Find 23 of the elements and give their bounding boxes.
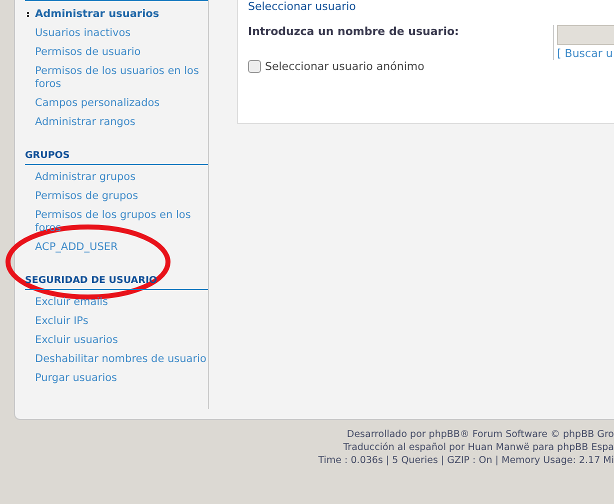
- menu-item[interactable]: Excluir emails: [15, 293, 208, 312]
- footer-text: Desarrollado por phpBB® Forum Software © phpBB Gro: [346, 428, 614, 441]
- menu-item[interactable]: Excluir IPs: [15, 312, 208, 331]
- find-user-link[interactable]: [ Buscar u: [557, 47, 614, 60]
- section-heading: GRUPOS: [25, 148, 208, 165]
- form-legend: Seleccionar usuario: [248, 0, 614, 13]
- menu-item[interactable]: Administrar usuarios: [15, 5, 208, 24]
- menu-item[interactable]: Permisos de usuario: [15, 43, 208, 62]
- anonymous-checkbox[interactable]: [248, 60, 261, 73]
- menu-item[interactable]: Usuarios inactivos: [15, 24, 208, 43]
- menu-item[interactable]: Deshabilitar nombres de usuario: [15, 350, 208, 369]
- footer-text: Time : 0.036s | 5 Queries | GZIP : On | Memory Usage: 2.17 Mi: [317, 454, 614, 467]
- footer-text: Traducción al español por Huan Manwë para phpBB Espa: [342, 441, 614, 454]
- menu-item[interactable]: Administrar rangos: [15, 113, 208, 132]
- menu-item[interactable]: ACP_ADD_USER: [15, 238, 208, 257]
- menu-item[interactable]: Excluir usuarios: [15, 331, 208, 350]
- menu-item[interactable]: Permisos de grupos: [15, 187, 208, 206]
- menu-item[interactable]: Campos personalizados: [15, 94, 208, 113]
- field-label: Introduzca un nombre de usuario:: [248, 25, 460, 40]
- checkbox-label: Seleccionar usuario anónimo: [265, 60, 424, 73]
- menu-item[interactable]: Permisos de los usuarios en los foros: [15, 62, 208, 94]
- menu-item[interactable]: Administrar grupos: [15, 168, 208, 187]
- menu-item[interactable]: Purgar usuarios: [15, 369, 208, 388]
